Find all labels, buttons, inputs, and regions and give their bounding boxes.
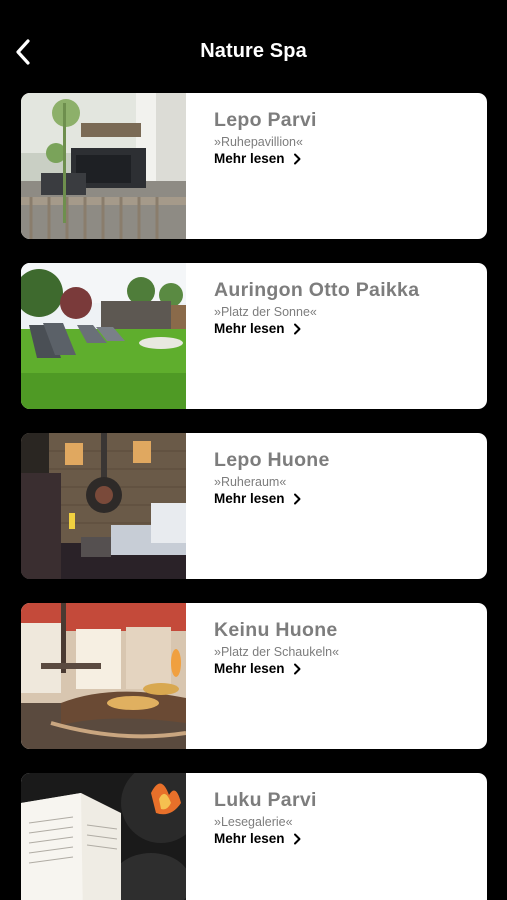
read-more-link[interactable]: Mehr lesen xyxy=(214,831,301,846)
read-more-link[interactable]: Mehr lesen xyxy=(214,661,301,676)
read-more-label: Mehr lesen xyxy=(214,321,285,336)
list-item-luku-parvi[interactable]: Luku Parvi »Lesegalerie« Mehr lesen xyxy=(21,773,487,900)
card-text: Lepo Huone »Ruheraum« Mehr lesen xyxy=(214,449,477,508)
card-text: Keinu Huone »Platz der Schaukeln« Mehr l… xyxy=(214,619,477,678)
card-subtitle: »Ruhepavillion« xyxy=(214,135,303,149)
list-item-auringon-otto-paikka[interactable]: Auringon Otto Paikka »Platz der Sonne« M… xyxy=(21,263,487,409)
list-item-keinu-huone[interactable]: Keinu Huone »Platz der Schaukeln« Mehr l… xyxy=(21,603,487,749)
card-subtitle: »Platz der Sonne« xyxy=(214,305,317,319)
card-subtitle: »Ruheraum« xyxy=(214,475,287,489)
read-more-label: Mehr lesen xyxy=(214,151,285,166)
card-title: Keinu Huone xyxy=(214,619,338,641)
read-more-label: Mehr lesen xyxy=(214,831,285,846)
card-subtitle: »Platz der Schaukeln« xyxy=(214,645,340,659)
chevron-right-icon xyxy=(293,153,301,165)
read-more-link[interactable]: Mehr lesen xyxy=(214,151,301,166)
card-text: Auringon Otto Paikka »Platz der Sonne« M… xyxy=(214,279,477,338)
pavilion-lounge-photo xyxy=(21,93,186,239)
spa-list: Lepo Parvi »Ruhepavillion« Mehr lesen Au… xyxy=(21,93,487,900)
page-title: Nature Spa xyxy=(200,40,307,62)
chevron-right-icon xyxy=(293,493,301,505)
read-more-link[interactable]: Mehr lesen xyxy=(214,491,301,506)
header: Nature Spa xyxy=(0,0,507,92)
card-title: Lepo Parvi xyxy=(214,109,317,131)
card-subtitle: »Lesegalerie« xyxy=(214,815,293,829)
card-text: Luku Parvi »Lesegalerie« Mehr lesen xyxy=(214,789,477,848)
card-title: Luku Parvi xyxy=(214,789,317,811)
card-title: Lepo Huone xyxy=(214,449,330,471)
card-text: Lepo Parvi »Ruhepavillion« Mehr lesen xyxy=(214,109,477,168)
rest-room-fireplace-photo xyxy=(21,433,186,579)
list-item-lepo-parvi[interactable]: Lepo Parvi »Ruhepavillion« Mehr lesen xyxy=(21,93,487,239)
reading-gallery-photo xyxy=(21,773,186,900)
chevron-right-icon xyxy=(293,663,301,675)
card-title: Auringon Otto Paikka xyxy=(214,279,420,301)
read-more-link[interactable]: Mehr lesen xyxy=(214,321,301,336)
chevron-right-icon xyxy=(293,833,301,845)
sun-lawn-photo xyxy=(21,263,186,409)
screen: Nature Spa Lepo Parvi »Ruhepavillion« Me… xyxy=(0,0,507,900)
chevron-right-icon xyxy=(293,323,301,335)
read-more-label: Mehr lesen xyxy=(214,491,285,506)
swing-room-photo xyxy=(21,603,186,749)
read-more-label: Mehr lesen xyxy=(214,661,285,676)
list-item-lepo-huone[interactable]: Lepo Huone »Ruheraum« Mehr lesen xyxy=(21,433,487,579)
